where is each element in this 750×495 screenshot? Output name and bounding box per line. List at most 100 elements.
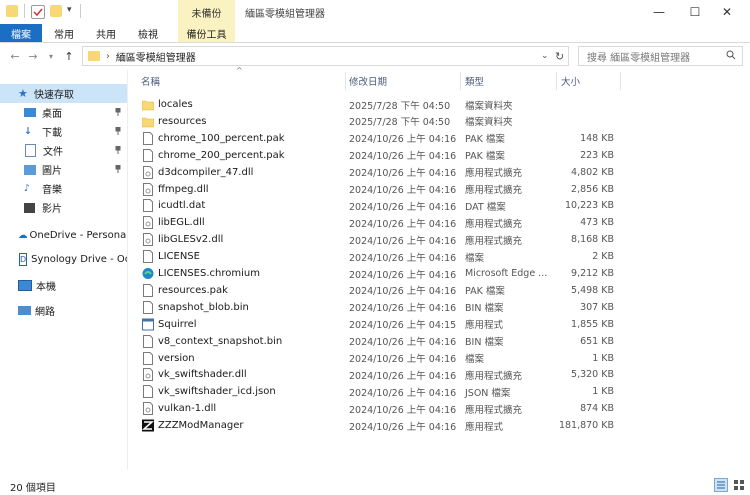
file-name[interactable]: locales — [158, 96, 193, 113]
file-name[interactable]: v8_context_snapshot.bin — [158, 333, 282, 350]
file-name[interactable]: Squirrel — [158, 316, 197, 333]
file-modified-date: 2024/10/26 上午 04:16 — [349, 185, 457, 196]
file-modified-date: 2024/10/26 上午 04:16 — [349, 151, 457, 163]
file-name[interactable]: vk_swiftshader_icd.json — [158, 383, 276, 400]
file-row[interactable]: vk_swiftshader.dll 2024/10/26 上午 04:16 應用程… — [130, 366, 620, 383]
address-bar[interactable]: › 緬區零模組管理器 ⌄ ↻ — [82, 46, 569, 66]
file-size: 874 KB — [580, 403, 614, 415]
nav-music[interactable]: ♪ 音樂 — [0, 179, 127, 198]
tab-home[interactable]: 常用 — [46, 24, 82, 42]
nav-this-pc[interactable]: 本機 — [0, 276, 127, 295]
file-row[interactable]: chrome_200_percent.pak 2024/10/26 上午 04:1… — [130, 147, 620, 164]
quick-access-dropdown-icon[interactable]: ▾ — [67, 5, 72, 15]
file-row[interactable]: ffmpeg.dll 2024/10/26 上午 04:16 應用程式擴充 2,856… — [130, 181, 620, 198]
file-row[interactable]: resources 2025/7/28 下午 04:50 檔案資料夾 — [130, 113, 620, 130]
nav-videos[interactable]: 影片 — [0, 198, 127, 217]
file-row[interactable]: Squirrel 2024/10/26 上午 04:15 應用程式 1,855 KB — [130, 316, 620, 333]
nav-synology-drive[interactable]: D Synology Drive - Oc — [0, 250, 127, 269]
file-name[interactable]: vk_swiftshader.dll — [158, 366, 247, 383]
file-row[interactable]: d3dcompiler_47.dll 2024/10/26 上午 04:16 應用程… — [130, 164, 620, 181]
large-icons-view-icon[interactable] — [732, 478, 746, 492]
nav-desktop[interactable]: 桌面 — [0, 103, 127, 122]
tab-file[interactable]: 檔案 — [0, 24, 42, 42]
nav-label: 圖片 — [42, 166, 62, 177]
column-header-size[interactable]: 大小 — [561, 72, 580, 90]
nav-label: 桌面 — [42, 109, 62, 120]
file-name[interactable]: version — [158, 350, 195, 367]
address-dropdown-icon[interactable]: ⌄ — [541, 51, 549, 61]
column-divider[interactable] — [345, 72, 346, 90]
nav-quick-access[interactable]: ★ 快速存取 — [0, 84, 127, 103]
dll-file-icon — [142, 216, 154, 230]
forward-arrow-icon[interactable]: → — [26, 49, 40, 63]
nav-pane-divider[interactable] — [127, 70, 128, 470]
search-icon[interactable] — [726, 50, 736, 63]
close-button[interactable]: ✕ — [704, 0, 750, 24]
column-divider[interactable] — [620, 72, 621, 90]
file-row[interactable]: snapshot_blob.bin 2024/10/26 上午 04:16 BIN … — [130, 299, 620, 316]
back-arrow-icon[interactable]: ← — [8, 49, 22, 63]
search-input[interactable]: 搜尋 緬區零模組管理器 — [587, 49, 690, 64]
file-name[interactable]: icudtl.dat — [158, 197, 205, 214]
edge-icon — [142, 267, 154, 280]
file-name[interactable]: libGLESv2.dll — [158, 231, 223, 248]
file-name[interactable]: libEGL.dll — [158, 214, 205, 231]
column-divider[interactable] — [460, 72, 461, 90]
file-icon — [142, 199, 154, 213]
file-row[interactable]: LICENSE 2024/10/26 上午 04:16 檔案 2 KB — [130, 248, 620, 265]
file-icon — [142, 283, 154, 297]
file-type: 檔案資料夾 — [465, 117, 513, 129]
column-header-date[interactable]: 修改日期 — [349, 72, 387, 90]
new-folder-icon[interactable] — [50, 5, 62, 17]
file-row[interactable]: resources.pak 2024/10/26 上午 04:16 PAK 檔案 5,… — [130, 282, 620, 299]
file-name[interactable]: chrome_100_percent.pak — [158, 130, 285, 147]
file-name[interactable]: snapshot_blob.bin — [158, 299, 249, 316]
breadcrumb-chevron-icon[interactable]: › — [106, 51, 110, 62]
column-header-name[interactable]: 名稱 — [141, 72, 160, 90]
network-icon — [18, 306, 31, 315]
details-view-icon[interactable] — [714, 478, 728, 492]
search-box[interactable]: 搜尋 緬區零模組管理器 — [578, 46, 743, 66]
file-row[interactable]: libEGL.dll 2024/10/26 上午 04:16 應用程式擴充 473 K… — [130, 214, 620, 231]
file-name[interactable]: chrome_200_percent.pak — [158, 147, 285, 164]
file-row[interactable]: LICENSES.chromium 2024/10/26 上午 04:16 Micr… — [130, 265, 620, 282]
file-name[interactable]: resources.pak — [158, 282, 228, 299]
nav-network[interactable]: 網路 — [0, 301, 127, 320]
nav-label: 音樂 — [42, 185, 62, 196]
file-modified-date: 2024/10/26 上午 04:16 — [349, 354, 457, 365]
nav-onedrive[interactable]: ☁ OneDrive - Personal — [0, 226, 127, 245]
file-row[interactable]: version 2024/10/26 上午 04:16 檔案 1 KB — [130, 350, 620, 367]
properties-icon[interactable] — [31, 5, 45, 19]
file-name[interactable]: vulkan-1.dll — [158, 400, 216, 417]
nav-downloads[interactable]: ↓ 下載 — [0, 122, 127, 141]
tab-share[interactable]: 共用 — [88, 24, 124, 42]
tab-view[interactable]: 檢視 — [130, 24, 166, 42]
tab-backup-tools[interactable]: 備份工具 — [178, 24, 235, 42]
column-header-type[interactable]: 類型 — [465, 72, 484, 90]
file-name[interactable]: LICENSES.chromium — [158, 265, 260, 282]
file-row[interactable]: icudtl.dat 2024/10/26 上午 04:16 DAT 檔案 10,22… — [130, 197, 620, 214]
breadcrumb[interactable]: 緬區零模組管理器 — [116, 49, 196, 64]
dll-file-icon — [142, 165, 154, 179]
refresh-icon[interactable]: ↻ — [555, 50, 564, 63]
file-row[interactable]: vulkan-1.dll 2024/10/26 上午 04:16 應用程式擴充 874… — [130, 400, 620, 417]
nav-pictures[interactable]: 圖片 — [0, 160, 127, 179]
up-arrow-icon[interactable]: ↑ — [62, 49, 76, 63]
file-name[interactable]: resources — [158, 113, 206, 130]
recent-dropdown-icon[interactable]: ▾ — [44, 49, 58, 63]
file-name[interactable]: d3dcompiler_47.dll — [158, 164, 253, 181]
file-row[interactable]: chrome_100_percent.pak 2024/10/26 上午 04:1… — [130, 130, 620, 147]
file-row[interactable]: locales 2025/7/28 下午 04:50 檔案資料夾 — [130, 96, 620, 113]
file-name[interactable]: ffmpeg.dll — [158, 181, 209, 198]
nav-documents[interactable]: 文件 — [0, 141, 127, 160]
file-type: 應用程式 — [465, 421, 504, 433]
file-row[interactable]: ZZZModManager 2024/10/26 上午 04:16 應用程式 181,… — [130, 417, 620, 434]
file-type: 檔案 — [465, 252, 485, 264]
file-name[interactable]: ZZZModManager — [158, 417, 243, 434]
column-divider[interactable] — [556, 72, 557, 90]
file-size: 2 KB — [592, 251, 614, 263]
file-name[interactable]: LICENSE — [158, 248, 200, 265]
file-row[interactable]: libGLESv2.dll 2024/10/26 上午 04:16 應用程式擴充 8,… — [130, 231, 620, 248]
file-row[interactable]: v8_context_snapshot.bin 2024/10/26 上午 04:… — [130, 333, 620, 350]
file-row[interactable]: vk_swiftshader_icd.json 2024/10/26 上午 04:… — [130, 383, 620, 400]
